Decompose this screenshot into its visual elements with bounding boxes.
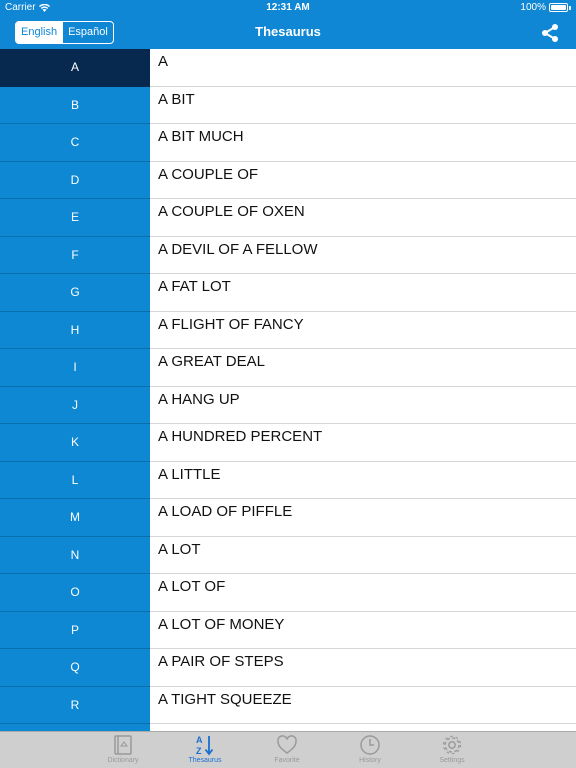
page-title: Thesaurus	[255, 24, 321, 39]
word-list-item[interactable]: A DEVIL OF A FELLOW	[150, 237, 576, 274]
tab-label: Favorite	[274, 757, 300, 764]
word-list-item[interactable]: A TIGHT SQUEEZE	[150, 687, 576, 724]
tab-thesaurus[interactable]: A Z Thesaurus	[165, 733, 245, 768]
alphabet-letter-p[interactable]: P	[0, 612, 150, 649]
alphabet-letter-r[interactable]: R	[0, 687, 150, 724]
alphabet-letter-m[interactable]: M	[0, 499, 150, 537]
word-list-item[interactable]: A	[150, 49, 576, 87]
alphabet-letter-a[interactable]: A	[0, 49, 150, 87]
battery-indicator: 100%	[520, 2, 571, 13]
word-list-item[interactable]: A HANG UP	[150, 387, 576, 424]
word-list-item[interactable]: A LOT OF MONEY	[150, 612, 576, 649]
alphabet-letter-l[interactable]: L	[0, 462, 150, 499]
tab-bar: Dictionary A Z Thesaurus Favorite Histor…	[0, 731, 576, 768]
tab-favorite[interactable]: Favorite	[247, 733, 327, 768]
share-icon[interactable]	[540, 23, 560, 43]
heart-icon	[277, 735, 297, 754]
tab-history[interactable]: History	[330, 733, 410, 768]
alphabet-letter-d[interactable]: D	[0, 162, 150, 199]
word-list-item[interactable]: A HUNDRED PERCENT	[150, 424, 576, 462]
word-list-item[interactable]: A FAT LOT	[150, 274, 576, 312]
battery-percent: 100%	[520, 2, 546, 13]
word-list-item[interactable]: A LOAD OF PIFFLE	[150, 499, 576, 537]
word-list-item[interactable]: A LOT OF	[150, 574, 576, 612]
word-list: AA BIT A BIT MUCH A COUPLE OF A COUPLE OF O…	[150, 49, 576, 731]
dictionary-icon	[114, 735, 132, 755]
word-list-item[interactable]: A BIT	[150, 87, 576, 124]
alphabet-letter-g[interactable]: G	[0, 274, 150, 312]
alphabet-letter-f[interactable]: F	[0, 237, 150, 274]
alphabet-letter-j[interactable]: J	[0, 387, 150, 424]
alphabet-letter-b[interactable]: B	[0, 87, 150, 124]
word-list-item[interactable]: A LOT	[150, 537, 576, 574]
word-list-item[interactable]: A COUPLE OF OXEN	[150, 199, 576, 237]
clock-icon	[360, 735, 380, 755]
tab-label: History	[359, 757, 381, 764]
alphabet-index: ABCDEFGHIJKLMNOPQR	[0, 49, 150, 731]
alphabet-letter-c[interactable]: C	[0, 124, 150, 162]
svg-text:A: A	[196, 735, 203, 745]
tab-label: Settings	[439, 757, 465, 764]
alphabet-letter-h[interactable]: H	[0, 312, 150, 349]
tab-dictionary[interactable]: Dictionary	[83, 733, 163, 768]
battery-icon	[549, 3, 568, 12]
alphabet-letter-k[interactable]: K	[0, 424, 150, 462]
tab-settings[interactable]: Settings	[412, 733, 492, 768]
alphabet-letter-i[interactable]: I	[0, 349, 150, 387]
alphabet-letter-e[interactable]: E	[0, 199, 150, 237]
word-list-item[interactable]: A LITTLE	[150, 462, 576, 499]
word-list-item[interactable]: A PAIR OF STEPS	[150, 649, 576, 687]
word-list-item[interactable]: A GREAT DEAL	[150, 349, 576, 387]
alphabet-letter-o[interactable]: O	[0, 574, 150, 612]
word-list-item[interactable]: A FLIGHT OF FANCY	[150, 312, 576, 349]
tab-label: Thesaurus	[188, 757, 222, 764]
word-list-item[interactable]: A ...	[150, 724, 576, 731]
word-list-item[interactable]: A BIT MUCH	[150, 124, 576, 162]
alphabet-letter-q[interactable]: Q	[0, 649, 150, 687]
status-time: 12:31 AM	[266, 2, 310, 13]
sort-az-icon: A Z	[196, 735, 214, 756]
svg-text:Z: Z	[196, 746, 202, 756]
alphabet-letter-n[interactable]: N	[0, 537, 150, 574]
navigation-bar: English Español Thesaurus	[0, 16, 576, 49]
word-list-item[interactable]: A COUPLE OF	[150, 162, 576, 199]
status-bar: Carrier 12:31 AM 100%	[0, 0, 576, 16]
tab-label: Dictionary	[107, 757, 139, 764]
gear-icon	[442, 735, 462, 755]
